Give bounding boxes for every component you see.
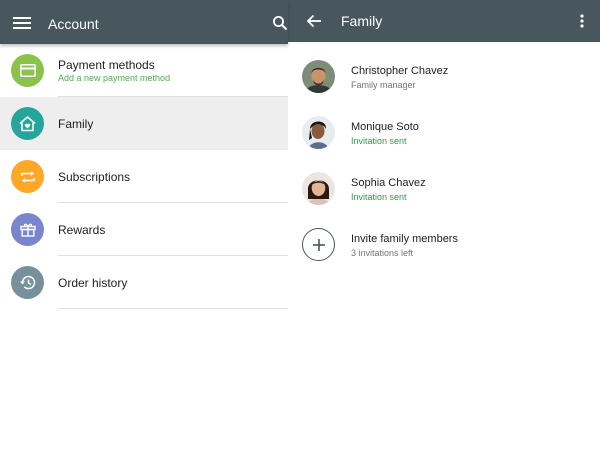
hamburger-menu-icon[interactable] <box>10 11 34 35</box>
member-name: Sophia Chavez <box>351 177 426 189</box>
invite-sublabel: 3 invitations left <box>351 248 414 258</box>
avatar <box>302 116 335 149</box>
menu-item-rewards[interactable]: Rewards <box>0 203 288 256</box>
menu-item-payment-methods[interactable]: Payment methods Add a new payment method <box>0 44 288 97</box>
account-app-bar: Account <box>0 0 288 44</box>
menu-item-label: Payment methods <box>58 58 155 72</box>
family-title: Family <box>341 13 383 29</box>
menu-item-order-history[interactable]: Order history <box>0 256 288 309</box>
search-icon[interactable] <box>268 11 292 35</box>
more-vertical-icon[interactable] <box>570 9 594 33</box>
menu-item-label: Rewards <box>58 223 106 237</box>
menu-item-label: Subscriptions <box>58 170 131 184</box>
member-status: Invitation sent <box>351 136 407 146</box>
add-circle-icon[interactable] <box>302 228 335 261</box>
gift-icon <box>11 213 44 246</box>
divider <box>58 308 288 309</box>
app-screen: Account Payment methods Add a new paymen… <box>0 0 600 450</box>
member-status: Family manager <box>351 80 416 90</box>
account-title: Account <box>48 16 99 32</box>
menu-item-label: Order history <box>58 276 128 290</box>
family-home-icon <box>11 107 44 140</box>
menu-item-label: Family <box>58 117 94 131</box>
invite-label: Invite family members <box>351 233 458 245</box>
history-icon <box>11 266 44 299</box>
menu-item-sublabel: Add a new payment method <box>58 73 171 83</box>
account-menu-list: Payment methods Add a new payment method… <box>0 44 288 309</box>
family-member-row[interactable]: Christopher Chavez Family manager <box>288 48 600 104</box>
family-member-row[interactable]: Monique Soto Invitation sent <box>288 104 600 160</box>
family-member-list: Christopher Chavez Family manager Moniqu… <box>288 48 600 272</box>
avatar <box>302 172 335 205</box>
family-pane: Family Christopher Chavez Family manager… <box>288 0 600 450</box>
invite-family-members-row[interactable]: Invite family members 3 invitations left <box>288 216 600 272</box>
member-status: Invitation sent <box>351 192 407 202</box>
family-member-row[interactable]: Sophia Chavez Invitation sent <box>288 160 600 216</box>
repeat-icon <box>11 160 44 193</box>
member-name: Monique Soto <box>351 121 419 133</box>
family-app-bar: Family <box>288 0 600 42</box>
account-pane: Account Payment methods Add a new paymen… <box>0 0 288 450</box>
avatar <box>302 60 335 93</box>
member-name: Christopher Chavez <box>351 65 449 77</box>
back-arrow-icon[interactable] <box>302 9 326 33</box>
credit-card-icon <box>11 54 44 87</box>
menu-item-subscriptions[interactable]: Subscriptions <box>0 150 288 203</box>
menu-item-family[interactable]: Family <box>0 97 288 150</box>
